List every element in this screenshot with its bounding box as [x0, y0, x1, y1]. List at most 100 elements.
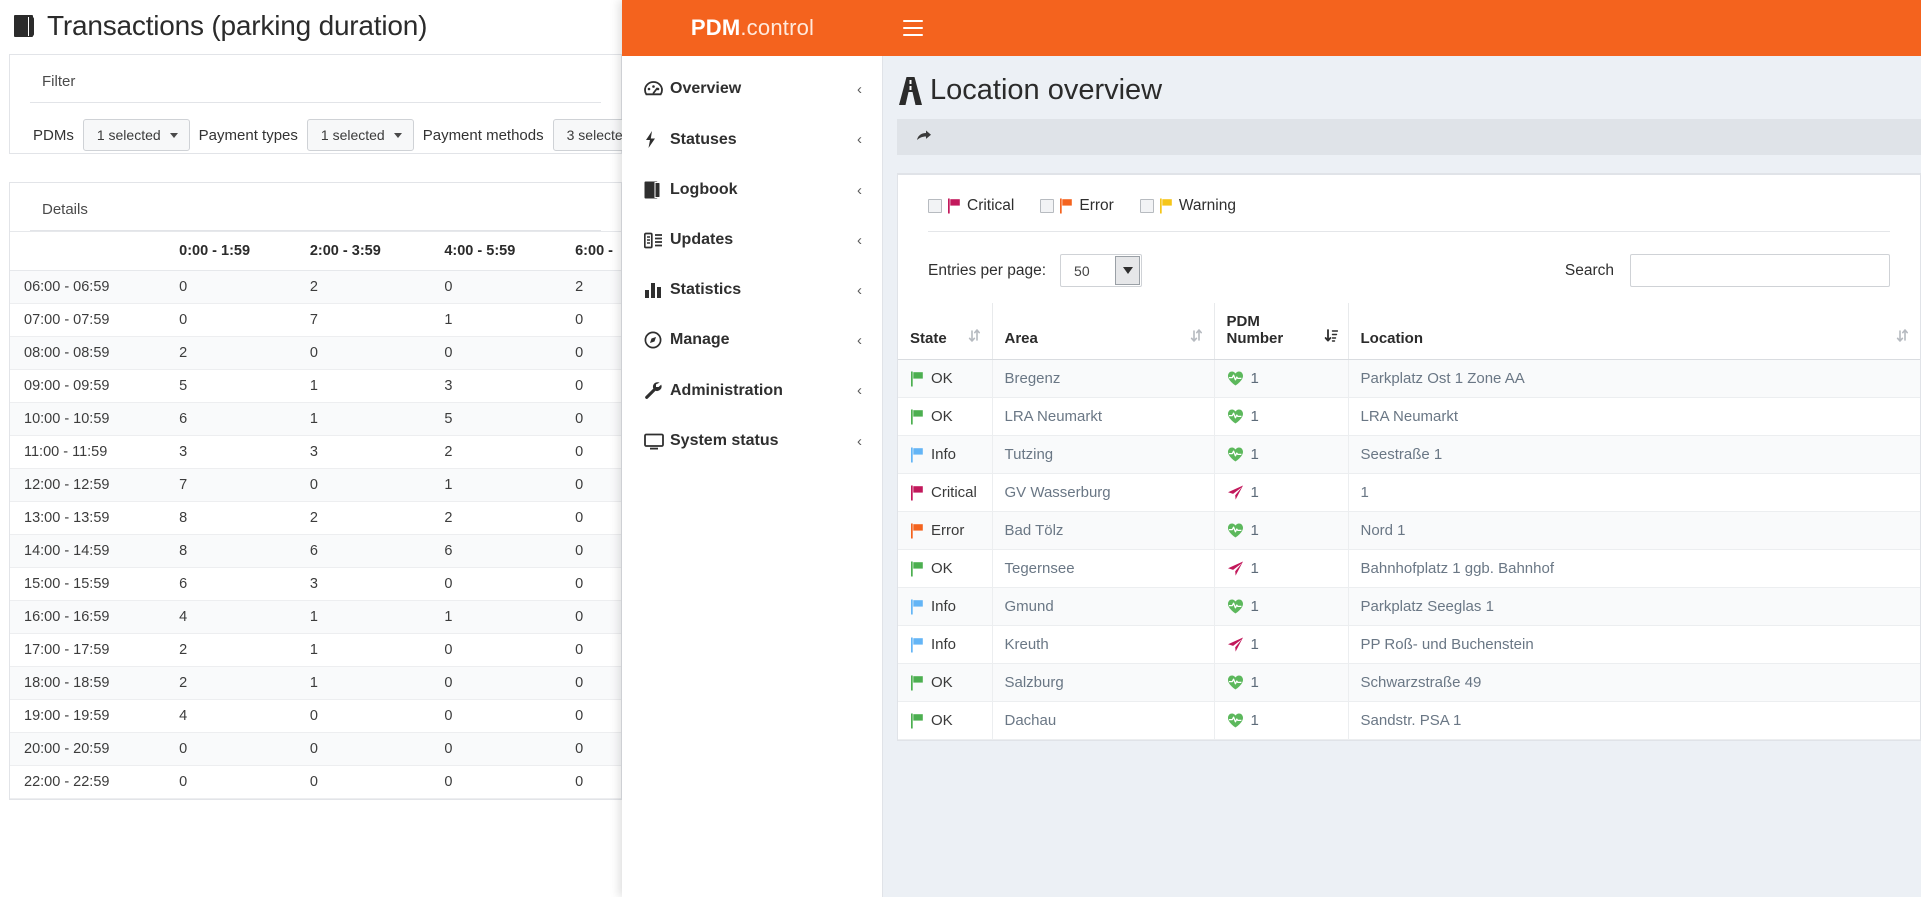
- table-row[interactable]: Info Gmund 1 Parkplatz Seeglas 1: [898, 587, 1920, 626]
- cell-area[interactable]: Gmund: [991, 587, 1214, 626]
- cell-value: 2: [561, 270, 621, 304]
- table-row[interactable]: OK Tegernsee 1 Bahnhofplatz 1 ggb. Bahnhof: [898, 549, 1920, 588]
- column-header-0-159[interactable]: 0:00 - 1:59: [165, 231, 296, 271]
- cell-area[interactable]: Salzburg: [991, 663, 1214, 702]
- table-row[interactable]: OK Dachau 1 Sandstr. PSA 1: [898, 701, 1920, 740]
- cell-value: 0: [430, 270, 562, 304]
- cell-area[interactable]: Bad Tölz: [991, 511, 1214, 550]
- payment-methods-select[interactable]: 3 selected: [552, 119, 622, 151]
- cell-location[interactable]: Parkplatz Seeglas 1: [1347, 587, 1920, 626]
- cell-location[interactable]: 1: [1347, 473, 1920, 512]
- hamburger-icon[interactable]: [903, 20, 923, 36]
- table-row: 12:00 - 12:59 7 0 1 0: [10, 468, 621, 502]
- flag-filter-error[interactable]: Error: [1040, 197, 1114, 215]
- table-row[interactable]: OK Salzburg 1 Schwarzstraße 49: [898, 663, 1920, 702]
- cell-location[interactable]: Schwarzstraße 49: [1347, 663, 1920, 702]
- location-overview-card: Critical Error Warning Entries per page:…: [897, 173, 1921, 741]
- cell-area[interactable]: Dachau: [991, 701, 1214, 740]
- column-header-location[interactable]: Location: [1347, 303, 1920, 360]
- column-header-state[interactable]: State: [898, 303, 992, 360]
- cell-value: 2: [295, 270, 431, 304]
- cell-area[interactable]: GV Wasserburg: [991, 473, 1214, 512]
- cell-value: 2: [295, 501, 431, 535]
- payment-types-select[interactable]: 1 selected: [306, 119, 414, 151]
- cell-location[interactable]: Bahnhofplatz 1 ggb. Bahnhof: [1347, 549, 1920, 588]
- cell-location[interactable]: Seestraße 1: [1347, 435, 1920, 474]
- cell-value: 3: [295, 435, 431, 469]
- cell-area[interactable]: Bregenz: [991, 359, 1214, 398]
- table-row[interactable]: OK Bregenz 1 Parkplatz Ost 1 Zone AA: [898, 359, 1920, 398]
- column-header-2-359[interactable]: 2:00 - 3:59: [295, 231, 431, 271]
- cell-area[interactable]: Tegernsee: [991, 549, 1214, 588]
- cell-location[interactable]: Sandstr. PSA 1: [1347, 701, 1920, 740]
- sort-desc-icon: [1324, 328, 1338, 347]
- filter-panel-header: Filter: [42, 73, 76, 90]
- table-row: 13:00 - 13:59 8 2 2 0: [10, 501, 621, 535]
- sidebar-item-statistics[interactable]: Statistics ‹: [622, 265, 882, 315]
- sidebar-item-logbook[interactable]: Logbook ‹: [622, 165, 882, 215]
- table-row[interactable]: Error Bad Tölz 1 Nord 1: [898, 511, 1920, 550]
- column-header-area[interactable]: Area: [991, 303, 1214, 360]
- flag-icon: [910, 561, 925, 577]
- cell-location[interactable]: Nord 1: [1347, 511, 1920, 550]
- dashboard-icon: [644, 81, 670, 97]
- column-header-label: Location: [1360, 330, 1424, 347]
- cell-value: 0: [561, 369, 621, 403]
- column-header-6-plus[interactable]: 6:00 -: [561, 231, 621, 271]
- sidebar-item-statuses[interactable]: Statuses ‹: [622, 114, 882, 165]
- table-row[interactable]: OK LRA Neumarkt 1 LRA Neumarkt: [898, 397, 1920, 436]
- body-row: Overview ‹ Statuses ‹ Logbook ‹ Updates …: [622, 56, 1921, 897]
- state-label: Critical: [931, 484, 977, 501]
- sidebar-item-system-status[interactable]: System status ‹: [622, 416, 882, 466]
- flag-filter-label: Error: [1079, 197, 1114, 214]
- cell-value: 0: [561, 468, 621, 502]
- column-header-pdm-number[interactable]: PDM Number: [1213, 303, 1348, 360]
- table-row[interactable]: Critical GV Wasserburg 1 1: [898, 473, 1920, 512]
- entries-per-page-select[interactable]: 50: [1060, 254, 1143, 287]
- warning-checkbox[interactable]: [1139, 199, 1154, 213]
- column-header-4-559[interactable]: 4:00 - 5:59: [430, 231, 562, 271]
- sort-both-icon: [968, 328, 982, 347]
- critical-checkbox[interactable]: [928, 199, 942, 213]
- cell-time: 22:00 - 22:59: [10, 765, 166, 799]
- brand-logo[interactable]: PDM .control: [622, 0, 883, 56]
- cell-area[interactable]: LRA Neumarkt: [991, 397, 1214, 436]
- cell-time: 19:00 - 19:59: [10, 699, 166, 733]
- share-arrow-icon[interactable]: [915, 127, 933, 147]
- sidebar-item-administration[interactable]: Administration ‹: [622, 365, 882, 416]
- cell-value: 1: [295, 666, 431, 700]
- cell-area[interactable]: Kreuth: [991, 625, 1214, 664]
- sidebar-item-manage[interactable]: Manage ‹: [622, 315, 882, 365]
- pdms-label: PDMs: [33, 126, 74, 144]
- sidebar-item-overview[interactable]: Overview ‹: [622, 64, 882, 114]
- flag-filter-group: Critical Error Warning: [898, 175, 1920, 231]
- state-label: OK: [931, 408, 953, 425]
- cell-location[interactable]: PP Roß- und Buchenstein: [1347, 625, 1920, 664]
- flag-filter-critical[interactable]: Critical: [928, 197, 1014, 215]
- cell-location[interactable]: LRA Neumarkt: [1347, 397, 1920, 436]
- cell-value: 5: [165, 369, 296, 403]
- table-row[interactable]: Info Tutzing 1 Seestraße 1: [898, 435, 1920, 474]
- cell-value: 1: [295, 633, 431, 667]
- cell-time: 20:00 - 20:59: [10, 732, 166, 766]
- cell-value: 0: [561, 501, 621, 535]
- column-header-time[interactable]: [10, 231, 166, 271]
- table-row: 07:00 - 07:59 0 7 1 0: [10, 303, 621, 337]
- error-checkbox[interactable]: [1040, 199, 1055, 213]
- entries-per-page-label: Entries per page:: [928, 261, 1047, 279]
- search-input[interactable]: [1630, 254, 1890, 287]
- details-panel-header: Details: [42, 201, 88, 218]
- flag-filter-label: Warning: [1178, 197, 1236, 214]
- top-bar: PDM .control: [622, 0, 1921, 56]
- table-row[interactable]: Info Kreuth 1 PP Roß- und Buchenstein: [898, 625, 1920, 664]
- cell-area[interactable]: Tutzing: [991, 435, 1214, 474]
- pdms-select[interactable]: 1 selected: [82, 119, 190, 151]
- cell-value: 0: [561, 732, 621, 766]
- cell-location[interactable]: Parkplatz Ost 1 Zone AA: [1347, 359, 1920, 398]
- cell-value: 0: [561, 435, 621, 469]
- sidebar-item-updates[interactable]: Updates ‹: [622, 215, 882, 265]
- sidebar-item-label: System status: [670, 432, 779, 449]
- flag-filter-warning[interactable]: Warning: [1139, 197, 1236, 215]
- chevron-down-icon[interactable]: [1115, 256, 1141, 285]
- state-label: OK: [931, 712, 953, 729]
